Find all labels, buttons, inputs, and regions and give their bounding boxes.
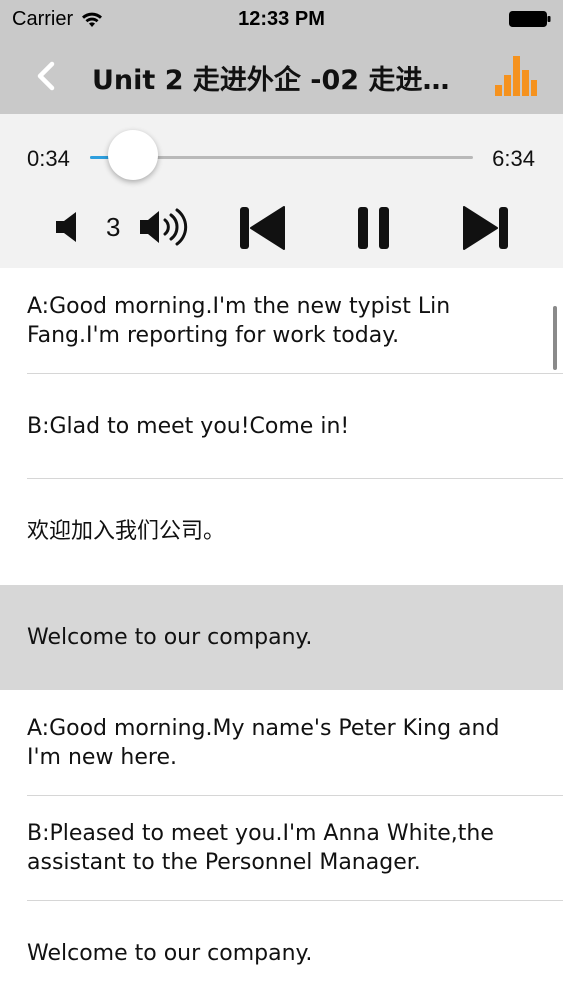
list-item-text: Welcome to our company. (27, 941, 313, 967)
list-item[interactable]: 欢迎加入我们公司。 (0, 479, 563, 585)
list-item-text: Welcome to our company. (27, 624, 313, 650)
list-item[interactable]: B:Pleased to meet you.I'm Anna White,the… (0, 796, 563, 902)
list-item-text: A:Good morning.I'm the new typist Lin Fa… (27, 293, 451, 348)
elapsed-time: 0:34 (27, 146, 70, 171)
transcript-list[interactable]: A:Good morning.I'm the new typist Lin Fa… (0, 268, 563, 1000)
skip-next-icon[interactable] (462, 206, 508, 250)
list-item-text: B:Pleased to meet you.I'm Anna White,the… (27, 821, 494, 876)
list-item-text: 欢迎加入我们公司。 (27, 519, 226, 545)
pause-icon[interactable] (358, 206, 390, 250)
nav-bar: Unit 2 走进外企 -02 走进外企 (0, 38, 563, 114)
skip-previous-icon[interactable] (240, 206, 286, 250)
list-item-text: A:Good morning.My name's Peter King and … (27, 715, 500, 770)
list-item[interactable]: A:Good morning.I'm the new typist Lin Fa… (0, 268, 563, 374)
status-bar: Carrier 12:33 PM (0, 0, 563, 38)
total-time: 6:34 (492, 146, 535, 171)
scrollbar[interactable] (553, 306, 557, 370)
list-item-text: B:Glad to meet you!Come in! (27, 413, 350, 439)
page-title: Unit 2 走进外企 -02 走进外企 (92, 65, 472, 96)
battery-icon (509, 11, 551, 27)
chevron-left-icon[interactable] (30, 58, 66, 94)
list-item[interactable]: Welcome to our company. (0, 901, 563, 1000)
bar-chart-icon[interactable] (495, 56, 537, 96)
list-item[interactable]: Welcome to our company. (0, 584, 563, 690)
list-item[interactable]: B:Glad to meet you!Come in! (0, 374, 563, 480)
volume-down-icon[interactable] (54, 210, 84, 244)
list-item[interactable]: A:Good morning.My name's Peter King and … (0, 690, 563, 796)
status-time: 12:33 PM (238, 8, 325, 30)
volume-level: 3 (106, 212, 121, 242)
progress-slider-thumb[interactable] (107, 130, 158, 180)
volume-up-icon[interactable] (138, 205, 190, 249)
audio-player: 0:34 6:34 3 (0, 114, 563, 268)
